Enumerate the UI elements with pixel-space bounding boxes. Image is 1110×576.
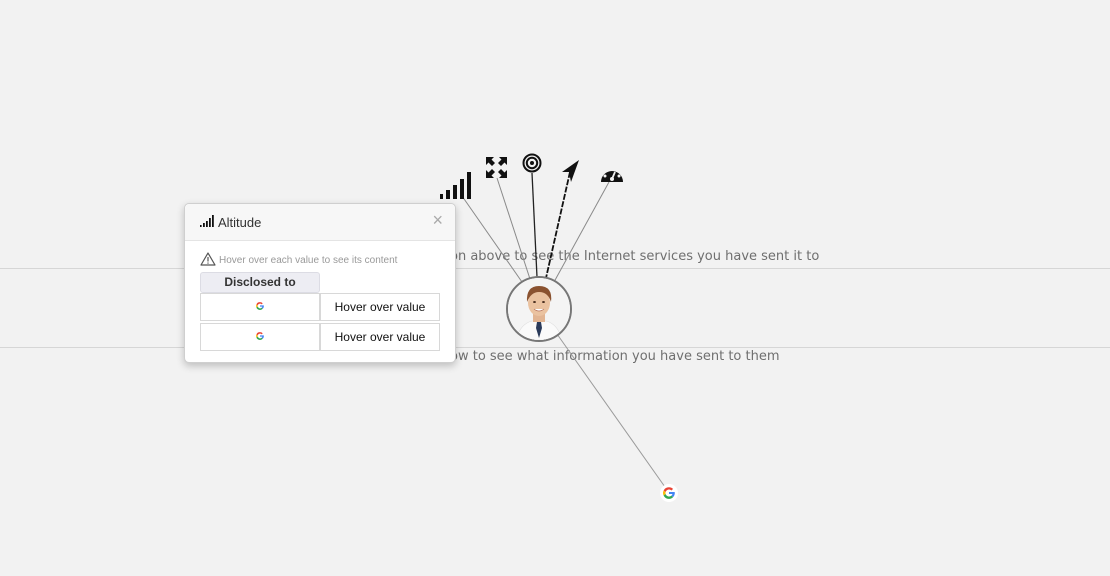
table-row-service-cell (200, 293, 320, 321)
table-row-value-cell[interactable]: Hover over value (320, 293, 440, 321)
google-service-icon[interactable] (660, 484, 678, 502)
user-avatar[interactable] (506, 276, 572, 342)
table-row-service-cell (200, 323, 320, 351)
link-google (556, 333, 666, 488)
link-location (545, 171, 571, 279)
user-portrait-icon (508, 278, 570, 340)
google-icon (254, 300, 266, 315)
link-altitude (461, 195, 523, 283)
popup-title: Altitude (200, 215, 261, 230)
fullscreen-arrows-icon[interactable] (486, 157, 507, 178)
popup-header: Altitude × (185, 204, 455, 241)
visualization-stage: on above to see the Internet services yo… (0, 0, 1110, 576)
altitude-mini-icon (200, 215, 215, 230)
popup-note-text: Hover over each value to see its content (219, 255, 398, 266)
target-icon[interactable] (522, 153, 542, 173)
location-arrow-icon[interactable] (561, 159, 581, 183)
popup-title-text: Altitude (218, 215, 262, 230)
table-row-value-cell[interactable]: Hover over value (320, 323, 440, 351)
link-target (531, 172, 538, 278)
link-fullscreen (496, 177, 531, 280)
close-icon[interactable]: × (432, 210, 443, 230)
link-speedometer (553, 181, 610, 283)
popup-note: Hover over each value to see its content (200, 252, 397, 269)
google-icon (254, 330, 266, 345)
altitude-signal-icon[interactable] (440, 170, 474, 200)
column-header-disclosed-to: Disclosed to (200, 272, 320, 293)
warning-icon (200, 252, 216, 269)
altitude-popup: Altitude × Hover over each value to see … (184, 203, 456, 363)
speedometer-icon[interactable] (600, 164, 624, 184)
